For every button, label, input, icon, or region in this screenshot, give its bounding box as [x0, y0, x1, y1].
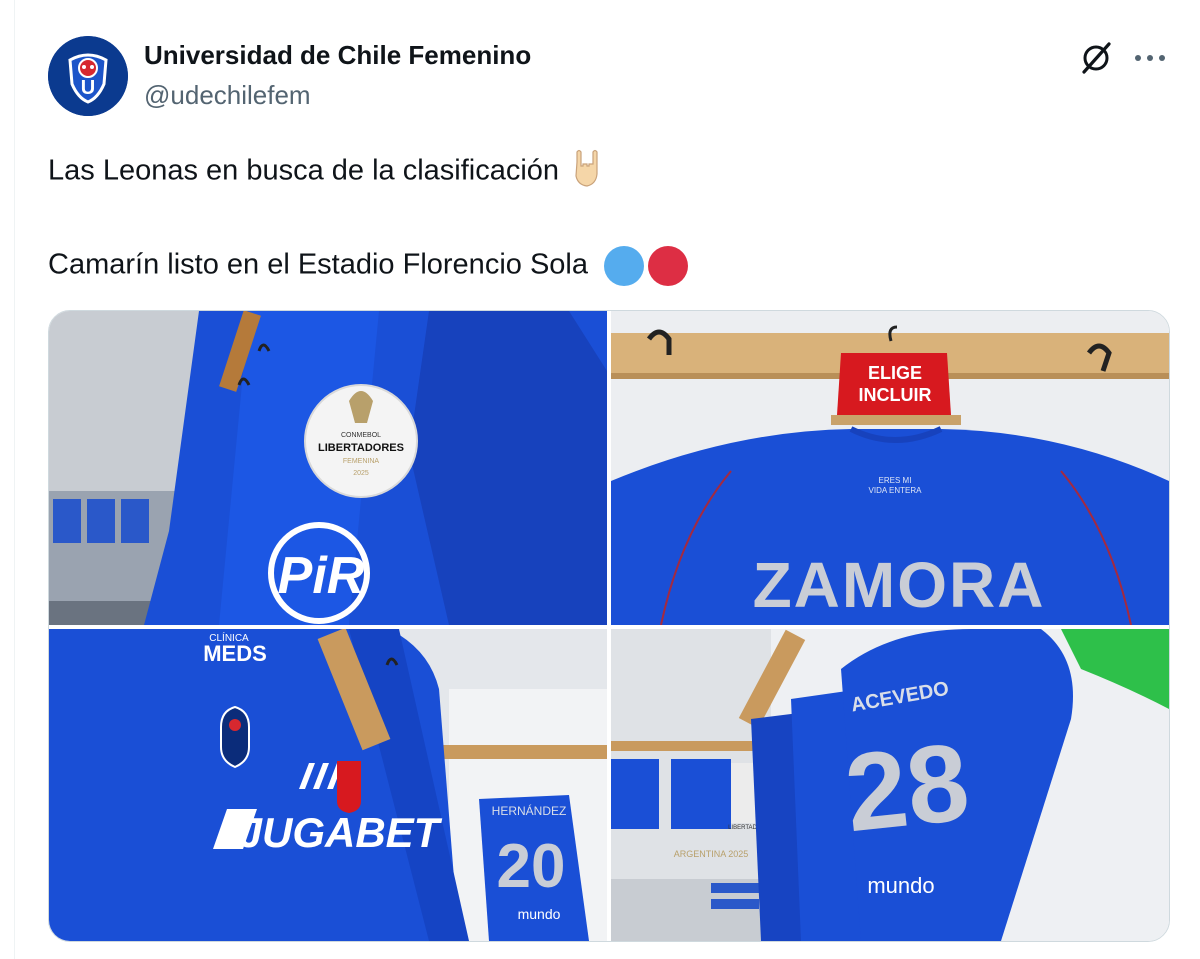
back-number-text: 20	[497, 832, 566, 901]
avatar[interactable]: U	[48, 36, 128, 116]
more-options-icon[interactable]	[1130, 40, 1170, 76]
post-text-1: Las Leonas en busca de la clasificación	[48, 154, 560, 187]
back-sponsor-text: mundo	[518, 906, 561, 922]
banner-sub-text: ARGENTINA 2025	[674, 849, 749, 859]
svg-text:U: U	[81, 77, 95, 99]
neck-text-2: VIDA ENTERA	[869, 486, 923, 495]
author-name[interactable]: Universidad de Chile Femenino	[144, 40, 531, 71]
patch-sub-text: FEMENINA	[343, 458, 380, 465]
blue-circle-icon	[604, 246, 645, 286]
hanger-text-2: INCLUIR	[859, 385, 932, 405]
photo-jersey-sponsors[interactable]: CLÍNICA MEDS JUGABET HERNÁNDEZ 20 mundo	[49, 629, 607, 941]
neck-text-1: ERES MI	[879, 476, 912, 485]
photo-jersey-acevedo[interactable]: LIBERTADORES ARGENTINA 2025 ACEVEDO 28 m…	[611, 629, 1169, 941]
universidad-de-chile-crest-icon: U	[48, 36, 128, 116]
sponsor-jugabet-text: JUGABET	[239, 809, 443, 856]
photo-jersey-zamora[interactable]: ELIGE INCLUIR ERES MI VIDA ENTERA ZAMORA	[611, 311, 1169, 625]
sign-of-the-horns-icon	[569, 148, 603, 196]
post-text-line-1: Las Leonas en busca de la clasificación	[48, 148, 603, 196]
media-grid: CONMEBOL LIBERTADORES FEMENINA 2025 PiR …	[48, 310, 1170, 942]
red-circle-icon	[648, 246, 689, 286]
post-text-line-2: Camarín listo en el Estadio Florencio So…	[48, 246, 689, 286]
patch-small-text: CONMEBOL	[341, 432, 381, 439]
sponsor-top-text: MEDS	[203, 641, 267, 666]
hanger-text-1: ELIGE	[868, 363, 922, 383]
post-text-2: Camarín listo en el Estadio Florencio So…	[48, 248, 588, 281]
sponsor-pir-text: PiR	[278, 547, 365, 605]
patch-year-text: 2025	[353, 470, 369, 477]
back-number-text-2: 28	[840, 720, 975, 855]
back-sponsor-text-2: mundo	[867, 873, 934, 898]
photo-jersey-libertadores-patch[interactable]: CONMEBOL LIBERTADORES FEMENINA 2025 PiR	[49, 311, 607, 625]
author-handle[interactable]: @udechilefem	[144, 80, 311, 111]
back-name-text: HERNÁNDEZ	[492, 803, 567, 818]
grok-icon[interactable]	[1078, 40, 1114, 76]
player-name-text: ZAMORA	[753, 549, 1046, 621]
patch-main-text: LIBERTADORES	[318, 442, 404, 454]
timeline-divider	[14, 0, 15, 959]
